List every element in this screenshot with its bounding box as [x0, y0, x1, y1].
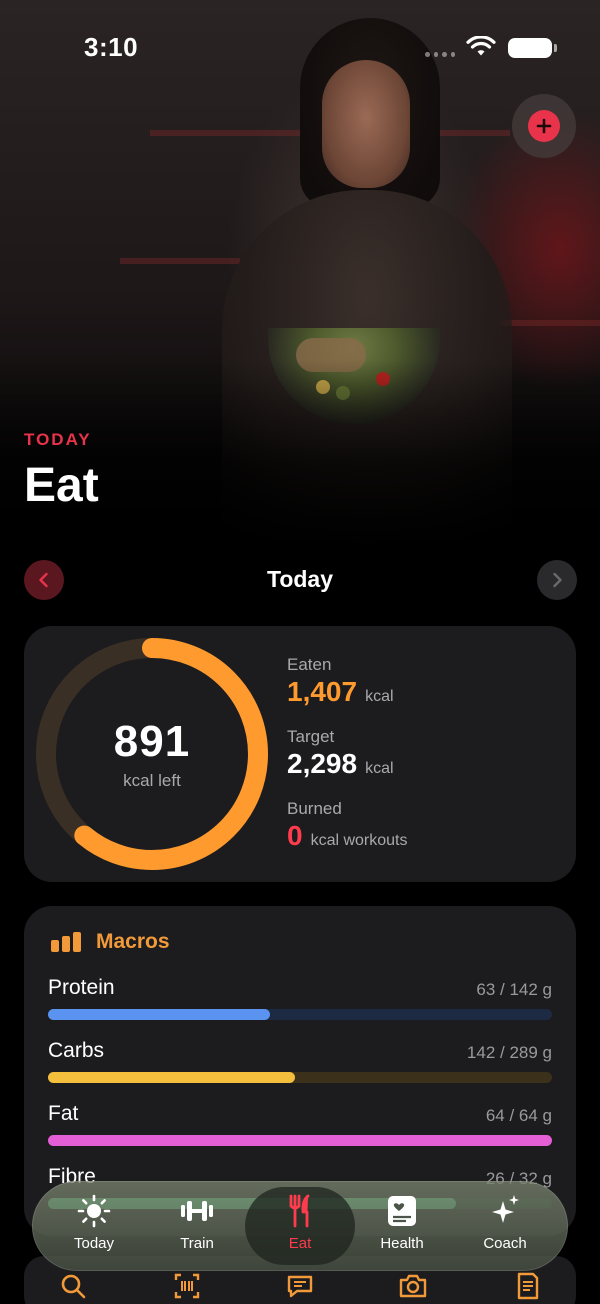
- macro-bar-fill: [48, 1009, 270, 1020]
- target-value: 2,298: [287, 748, 358, 779]
- fork-knife-icon: [289, 1194, 310, 1228]
- macro-bar-fill: [48, 1135, 552, 1146]
- search-icon: [61, 1274, 86, 1299]
- eaten-unit: kcal: [365, 688, 394, 705]
- date-label: Today: [266, 566, 334, 592]
- status-dots-icon: [425, 52, 455, 58]
- macro-bar-fill: [48, 1072, 295, 1083]
- macro-value-protein: 63 / 142 g: [476, 980, 552, 999]
- chevron-right-icon: [553, 572, 562, 588]
- health-book-icon: [388, 1196, 416, 1226]
- target-label: Target: [287, 727, 335, 746]
- page-title: Eat: [24, 459, 99, 512]
- macros-title: Macros: [96, 930, 170, 953]
- quick-camera-button[interactable]: [393, 1268, 433, 1304]
- macro-name-carbs: Carbs: [48, 1039, 105, 1062]
- tab-today[interactable]: Today: [39, 1187, 149, 1265]
- tab-coach[interactable]: Coach: [450, 1187, 560, 1265]
- quick-barcode-button[interactable]: [167, 1268, 207, 1304]
- tab-train[interactable]: Train: [142, 1187, 252, 1265]
- tab-health[interactable]: Health: [347, 1187, 457, 1265]
- tab-today-label: Today: [73, 1235, 115, 1252]
- previous-day-button[interactable]: [24, 560, 64, 600]
- tab-eat-label: Eat: [288, 1235, 312, 1252]
- calories-left-label: kcal left: [123, 771, 181, 790]
- wifi-icon: [466, 36, 496, 56]
- status-time: 3:10: [84, 32, 139, 62]
- eaten-value: 1,407: [287, 676, 358, 707]
- bar-chart-icon: [51, 932, 81, 952]
- macro-name-protein: Protein: [48, 976, 115, 999]
- tab-health-label: Health: [380, 1235, 424, 1252]
- barcode-scan-icon: [174, 1273, 200, 1299]
- burned-value: 0: [287, 820, 303, 851]
- macro-value-fat: 64 / 64 g: [485, 1106, 552, 1125]
- battery-icon: [508, 38, 557, 58]
- macro-bar-track: [48, 1009, 552, 1020]
- burned-stat: 0 kcal workouts: [287, 820, 408, 852]
- chevron-left-icon: [39, 572, 48, 588]
- camera-icon: [399, 1274, 427, 1298]
- burned-unit: kcal workouts: [310, 832, 408, 849]
- target-stat: 2,298 kcal: [287, 748, 394, 780]
- eaten-label: Eaten: [287, 655, 332, 674]
- quick-chat-button[interactable]: [280, 1268, 320, 1304]
- add-entry-button[interactable]: [512, 94, 576, 158]
- calories-left-value: 891: [113, 717, 191, 766]
- macro-bar-track: [48, 1135, 552, 1146]
- sparkles-icon: [492, 1195, 519, 1223]
- target-unit: kcal: [365, 760, 394, 777]
- sun-icon: [77, 1194, 111, 1228]
- dumbbell-icon: [181, 1201, 213, 1221]
- macros-header: Macros: [50, 930, 170, 954]
- tab-eat[interactable]: Eat: [245, 1187, 355, 1265]
- tab-coach-label: Coach: [483, 1235, 527, 1252]
- quick-search-button[interactable]: [53, 1268, 93, 1304]
- macro-value-carbs: 142 / 289 g: [466, 1043, 552, 1062]
- burned-label: Burned: [287, 799, 342, 818]
- tab-train-label: Train: [180, 1235, 214, 1252]
- next-day-button[interactable]: [537, 560, 577, 600]
- section-eyebrow: TODAY: [24, 430, 92, 449]
- plus-icon: [528, 110, 560, 142]
- chat-icon: [287, 1275, 313, 1298]
- quick-notes-button[interactable]: [507, 1268, 547, 1304]
- hero-face: [322, 60, 410, 188]
- notes-icon: [517, 1272, 539, 1300]
- eaten-stat: 1,407 kcal: [287, 676, 394, 708]
- macro-name-fat: Fat: [48, 1102, 79, 1125]
- macro-bar-track: [48, 1072, 552, 1083]
